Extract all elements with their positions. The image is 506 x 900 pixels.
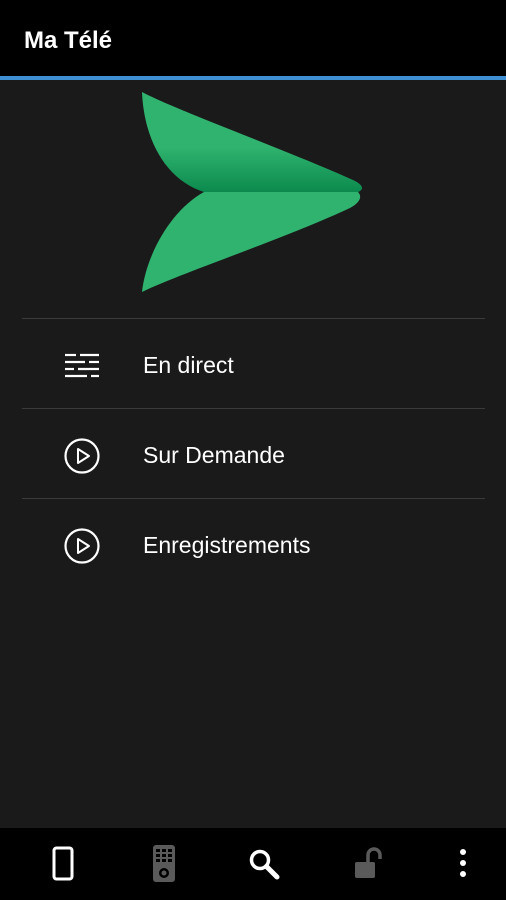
play-circle-icon [64,528,100,564]
main-content: En direct Sur Demande Enregistrements [0,80,506,828]
unlock-button[interactable] [346,842,390,886]
remote-button[interactable] [142,842,186,886]
app-screen: Ma Télé En direct Sur Demande Enregistre… [0,0,506,900]
search-icon [249,849,280,880]
menu-item-en-direct[interactable]: En direct [0,319,506,408]
phone-icon [52,846,74,881]
menu-item-enregistrements[interactable]: Enregistrements [0,499,506,588]
more-options-button[interactable] [441,842,485,886]
remote-icon [153,845,175,882]
more-vert-icon [460,849,466,877]
live-guide-icon [65,353,99,378]
app-bar: Ma Télé [0,0,506,76]
app-title: Ma Télé [24,27,113,54]
unlock-icon [355,847,382,878]
menu-item-sur-demande[interactable]: Sur Demande [0,409,506,498]
bottom-nav-bar [0,828,506,900]
main-menu: En direct Sur Demande Enregistrements [0,318,506,588]
menu-label-en-direct: En direct [143,352,234,378]
search-button[interactable] [242,842,286,886]
menu-label-enregistrements: Enregistrements [143,532,311,558]
phone-button[interactable] [41,842,85,886]
menu-label-sur-demande: Sur Demande [143,442,285,468]
green-arrow-logo-icon [142,92,363,292]
play-circle-icon [64,438,100,474]
